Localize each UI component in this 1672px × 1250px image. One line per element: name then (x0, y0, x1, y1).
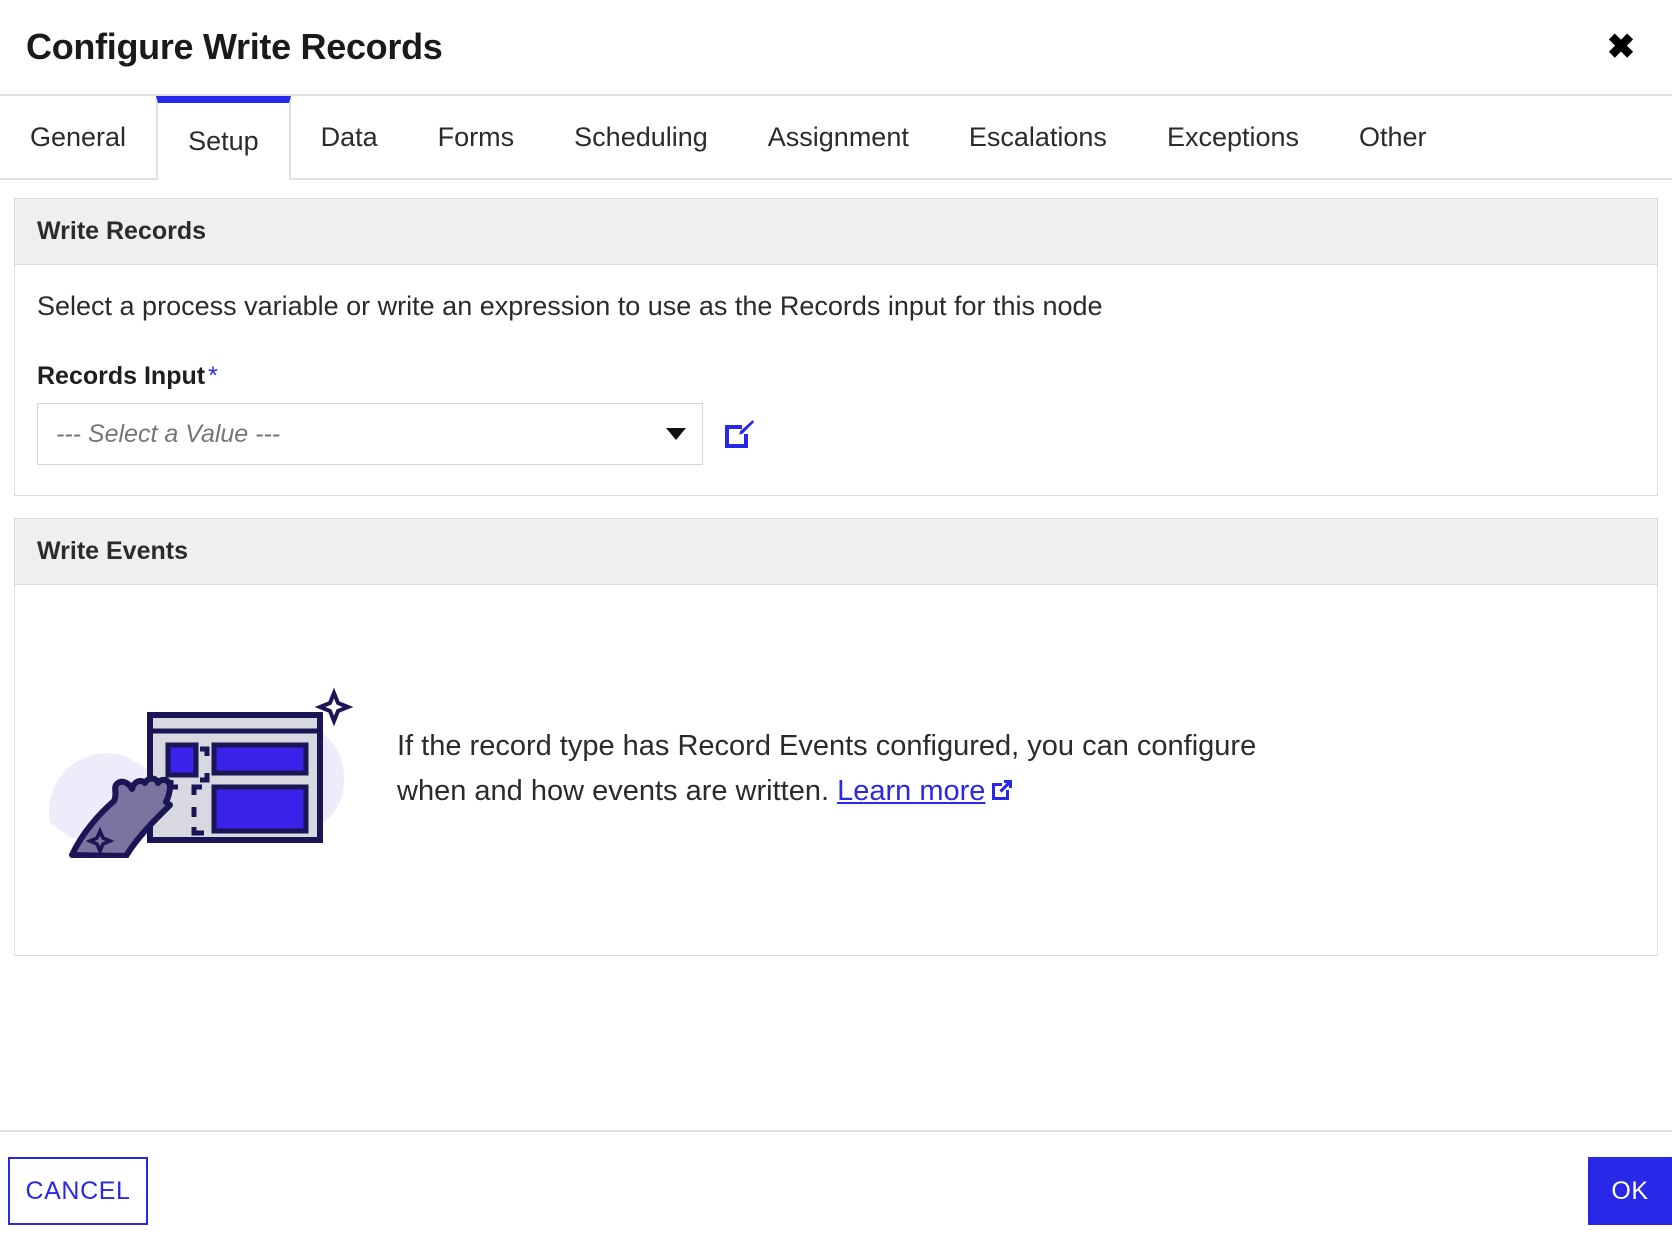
tab-scheduling[interactable]: Scheduling (544, 96, 738, 178)
edit-expression-icon[interactable] (719, 414, 759, 454)
records-input-row: --- Select a Value --- (37, 403, 1635, 465)
tab-escalations[interactable]: Escalations (939, 96, 1137, 178)
ok-button[interactable]: OK (1588, 1157, 1672, 1225)
configure-write-records-dialog: Configure Write Records ✖ General Setup … (0, 0, 1672, 1250)
write-events-description: If the record type has Record Events con… (397, 724, 1297, 817)
chevron-down-icon (666, 428, 686, 440)
records-input-label: Records Input * (37, 362, 1635, 391)
write-records-description: Select a process variable or write an ex… (37, 291, 1103, 321)
learn-more-label: Learn more (837, 774, 986, 807)
write-events-panel-body: If the record type has Record Events con… (15, 585, 1657, 955)
dialog-footer: CANCEL OK (0, 1130, 1672, 1250)
tab-assignment[interactable]: Assignment (738, 96, 939, 178)
records-input-label-text: Records Input (37, 362, 206, 390)
write-events-panel: Write Events If the record type has Reco… (14, 518, 1658, 956)
tab-forms[interactable]: Forms (408, 96, 545, 178)
close-icon[interactable]: ✖ (1598, 24, 1644, 70)
external-link-icon (989, 778, 1015, 810)
write-records-panel-header: Write Records (15, 199, 1657, 265)
dialog-body: Write Records Select a process variable … (0, 180, 1672, 1130)
tab-exceptions[interactable]: Exceptions (1137, 96, 1329, 178)
required-marker: * (208, 362, 218, 390)
write-events-panel-header: Write Events (15, 519, 1657, 585)
dialog-header: Configure Write Records ✖ (0, 0, 1672, 96)
write-records-panel-body: Select a process variable or write an ex… (15, 265, 1657, 495)
write-events-description-text: If the record type has Record Events con… (397, 729, 1257, 807)
records-input-selected-value: --- Select a Value --- (56, 419, 281, 448)
learn-more-link[interactable]: Learn more (837, 775, 985, 807)
write-records-panel: Write Records Select a process variable … (14, 198, 1658, 496)
tab-general[interactable]: General (0, 96, 156, 178)
records-input-select[interactable]: --- Select a Value --- (37, 403, 703, 465)
tab-bar: General Setup Data Forms Scheduling Assi… (0, 96, 1672, 180)
page-title: Configure Write Records (26, 26, 443, 67)
tab-other[interactable]: Other (1329, 96, 1457, 178)
cancel-button[interactable]: CANCEL (8, 1157, 148, 1225)
tab-setup[interactable]: Setup (156, 96, 291, 180)
hand-pointing-at-browser-window-illustration (37, 683, 367, 858)
tab-data[interactable]: Data (291, 96, 408, 178)
